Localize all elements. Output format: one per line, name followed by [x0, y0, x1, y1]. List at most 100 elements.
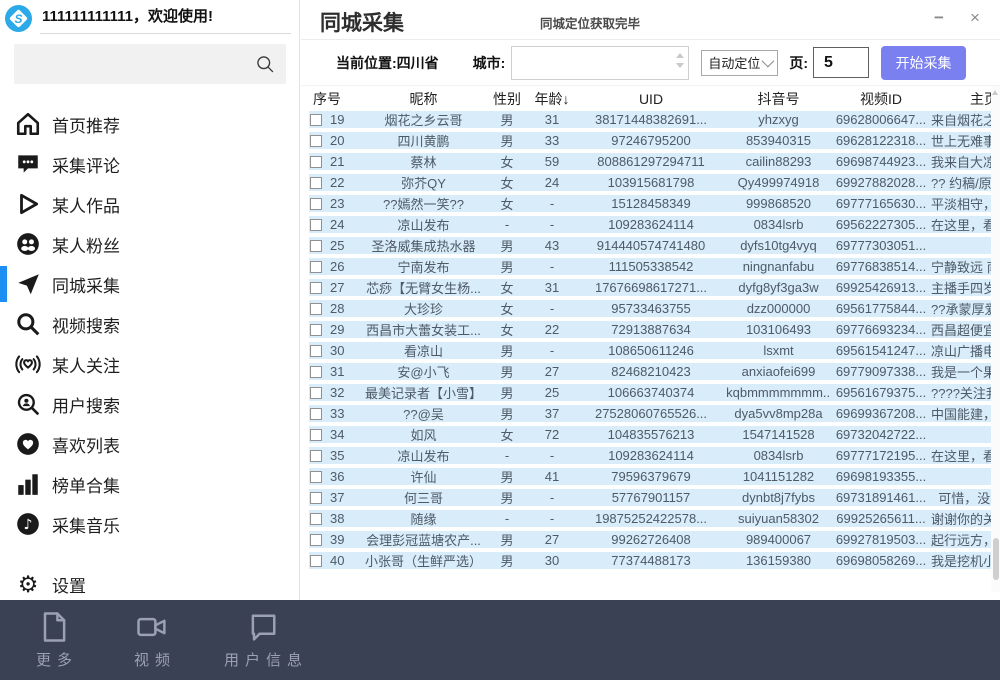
table-row[interactable]: 35 凉山发布 - - 109283624114 0834lsrb 697771…	[309, 447, 1000, 464]
table-row[interactable]: 19 烟花之乡云哥 男 31 38171448382691... yhzxyg …	[309, 111, 1000, 128]
table-row[interactable]: 36 许仙 男 41 79596379679 1041151282 696981…	[309, 468, 1000, 485]
row-checkbox[interactable]	[310, 345, 322, 357]
col-profile-sign[interactable]: 主页签	[931, 89, 1000, 109]
col-uid[interactable]: UID	[576, 91, 726, 107]
sidebar-item-likes-list[interactable]: 喜欢列表	[0, 424, 299, 464]
table-row[interactable]: 32 最美记录者【小雪】 男 25 106663740374 jkqbmmmmm…	[309, 384, 1000, 401]
col-gender[interactable]: 性别	[486, 89, 528, 109]
table-row[interactable]: 21 蔡林 女 59 808861297294711 cailin88293 6…	[309, 153, 1000, 170]
table-row[interactable]: 40 小张哥（生鲜严选） 男 30 77374488173 136159380 …	[309, 552, 1000, 569]
sidebar-item-ranking-collection[interactable]: 榜单合集	[0, 464, 299, 504]
row-checkbox[interactable]	[310, 513, 322, 525]
cell-gender: 男	[486, 110, 528, 129]
more-button[interactable]: 更多	[30, 609, 78, 670]
search-icon	[15, 311, 41, 337]
row-checkbox[interactable]	[310, 408, 322, 420]
table-row[interactable]: 27 芯痧【无臂女生杨... 女 31 17676698617271... dy…	[309, 279, 1000, 296]
table-row[interactable]: 20 四川黄鹏 男 33 97246795200 853940315 69628…	[309, 132, 1000, 149]
city-spinner[interactable]	[676, 53, 684, 68]
row-checkbox[interactable]	[310, 555, 322, 567]
row-checkbox[interactable]	[310, 534, 322, 546]
cell-gender: -	[486, 448, 528, 463]
sidebar-item-user-works[interactable]: 某人作品	[0, 184, 299, 224]
table-row[interactable]: 38 随缘 - - 19875252422578... suiyuan58302…	[309, 510, 1000, 527]
vertical-scrollbar[interactable]	[991, 86, 1000, 592]
col-douyin-id[interactable]: 抖音号	[726, 89, 831, 109]
cell-profile-sign: 来自烟花之	[931, 110, 1000, 129]
cell-douyin-id: 0834lsrb	[726, 448, 831, 463]
sidebar-item-user-fans[interactable]: 某人粉丝	[0, 224, 299, 264]
cell-douyin-id: 989400067	[726, 532, 831, 547]
row-checkbox[interactable]	[310, 177, 322, 189]
cell-gender: 女	[486, 278, 528, 297]
col-age-sorted[interactable]: 年龄↓	[528, 89, 576, 109]
table-row[interactable]: 39 会理彭冠蓝塘农产... 男 27 99262726408 98940006…	[309, 531, 1000, 548]
table-row[interactable]: 34 如风 女 72 104835576213 1547141528 69732…	[309, 426, 1000, 443]
close-button[interactable]: ×	[964, 8, 986, 28]
cell-uid: 27528060765526...	[576, 406, 726, 421]
cell-uid: 103915681798	[576, 175, 726, 190]
cell-nickname: 芯痧【无臂女生杨...	[361, 278, 486, 297]
table-row[interactable]: 30 看凉山 男 - 108650611246 lsxmt 6956154124…	[309, 342, 1000, 359]
scrollbar-thumb[interactable]	[993, 538, 999, 580]
row-checkbox[interactable]	[310, 492, 322, 504]
music-circle-icon: ♪	[15, 511, 41, 537]
cell-age: 31	[528, 112, 576, 127]
scroll-up-arrow-icon[interactable]	[992, 90, 998, 95]
row-checkbox[interactable]	[310, 366, 322, 378]
table-row[interactable]: 22 弥芥QY 女 24 103915681798 Qy499974918 69…	[309, 174, 1000, 191]
table-row[interactable]: 37 何三哥 男 - 57767901157 dynbt8j7fybs 6973…	[309, 489, 1000, 506]
row-checkbox[interactable]	[310, 135, 322, 147]
cell-douyin-id: yhzxyg	[726, 112, 831, 127]
row-checkbox[interactable]	[310, 387, 322, 399]
row-checkbox[interactable]	[310, 219, 322, 231]
cell-gender: 女	[486, 299, 528, 318]
row-checkbox[interactable]	[310, 156, 322, 168]
col-video-id[interactable]: 视频ID	[831, 89, 931, 109]
video-button[interactable]: 视频	[128, 609, 176, 670]
table-row[interactable]: 26 宁南发布 男 - 111505338542 ningnanfabu 697…	[309, 258, 1000, 275]
row-checkbox[interactable]	[310, 450, 322, 462]
cell-index: 37	[330, 490, 344, 505]
table-row[interactable]: 28 大珍珍 女 - 95733463755 dzz000000 6956177…	[309, 300, 1000, 317]
search-icon[interactable]	[255, 54, 275, 74]
row-checkbox[interactable]	[310, 114, 322, 126]
row-checkbox[interactable]	[310, 261, 322, 273]
table-row[interactable]: 31 安@小飞 男 27 82468210423 anxiaofei699 69…	[309, 363, 1000, 380]
row-checkbox[interactable]	[310, 324, 322, 336]
cell-age: -	[528, 217, 576, 232]
sidebar-item-user-following[interactable]: 某人关注	[0, 344, 299, 384]
sidebar-item-collect-comments[interactable]: 采集评论	[0, 144, 299, 184]
row-checkbox[interactable]	[310, 471, 322, 483]
sidebar-item-video-search[interactable]: 视频搜索	[0, 304, 299, 344]
locate-mode-select[interactable]: 自动定位	[701, 50, 778, 76]
cell-douyin-id: 103106493	[726, 322, 831, 337]
minimize-button[interactable]: −	[928, 8, 950, 28]
city-input[interactable]	[511, 46, 689, 80]
cell-uid: 72913887634	[576, 322, 726, 337]
row-checkbox[interactable]	[310, 198, 322, 210]
col-nickname[interactable]: 昵称	[361, 89, 486, 109]
cell-video-id: 69628006647...	[831, 112, 931, 127]
table-row[interactable]: 33 ??@吴 男 37 27528060765526... dya5vv8mp…	[309, 405, 1000, 422]
row-checkbox[interactable]	[310, 240, 322, 252]
page-count-input[interactable]	[813, 47, 869, 78]
sidebar-item-settings[interactable]: ⚙ 设置	[0, 564, 299, 604]
table-row[interactable]: 25 圣洛威集成热水器 男 43 914440574741480 dyfs10t…	[309, 237, 1000, 254]
table-row[interactable]: 23 ??嫣然一笑?? 女 - 15128458349 999868520 69…	[309, 195, 1000, 212]
row-checkbox[interactable]	[310, 282, 322, 294]
sidebar-item-city-collect[interactable]: 同城采集	[0, 264, 299, 304]
sidebar-item-collect-music[interactable]: ♪ 采集音乐	[0, 504, 299, 544]
col-index[interactable]: 序号	[309, 89, 361, 109]
table-row[interactable]: 29 西昌市大蕾女装工... 女 22 72913887634 10310649…	[309, 321, 1000, 338]
row-checkbox[interactable]	[310, 303, 322, 315]
user-info-button[interactable]: 用户信息	[218, 609, 308, 670]
sidebar-item-home-feed[interactable]: 首页推荐	[0, 104, 299, 144]
cell-video-id: 69779097338...	[831, 364, 931, 379]
sidebar-item-user-search[interactable]: 用户搜索	[0, 384, 299, 424]
cell-profile-sign: 我是一个果	[931, 362, 1000, 381]
sidebar-search-input[interactable]	[14, 44, 286, 84]
row-checkbox[interactable]	[310, 429, 322, 441]
start-collect-button[interactable]: 开始采集	[881, 46, 966, 80]
table-row[interactable]: 24 凉山发布 - - 109283624114 0834lsrb 695622…	[309, 216, 1000, 233]
